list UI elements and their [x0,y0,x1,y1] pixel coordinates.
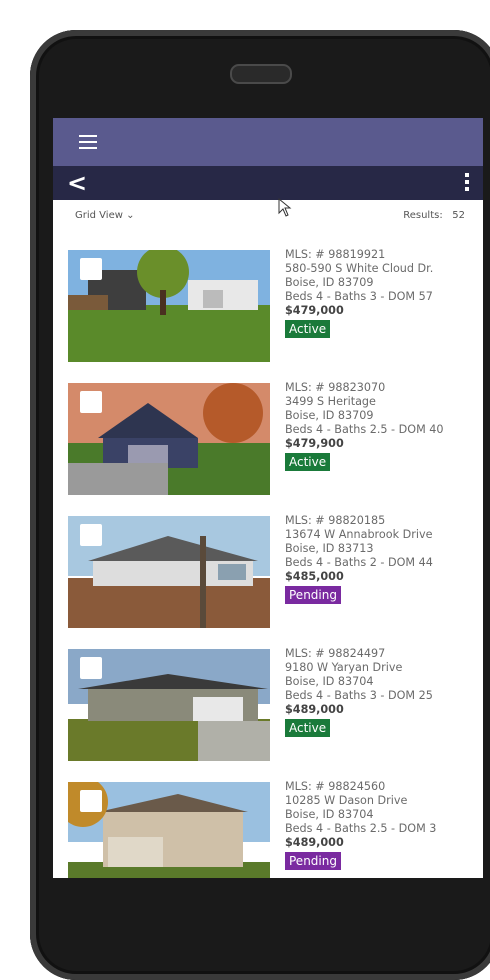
listing-price: $489,000 [285,703,344,716]
listing-details: Beds 4 - Baths 3 - DOM 57 [285,290,433,303]
listing-info: MLS: # 98824497 9180 W Yaryan Drive Bois… [285,647,481,737]
listing-city: Boise, ID 83704 [285,675,374,688]
list-item[interactable]: MLS: # 98824497 9180 W Yaryan Drive Bois… [53,647,483,769]
listing-city: Boise, ID 83704 [285,808,374,821]
listing-mls: MLS: # 98819921 [285,248,386,261]
listing-info: MLS: # 98820185 13674 W Annabrook Drive … [285,514,481,604]
results-toolbar: Grid View ⌄ Results: 52 [53,200,483,230]
app-screen: < Grid View ⌄ Results: 52 MLS: # 9881992… [53,118,483,878]
select-checkbox[interactable] [80,790,102,812]
list-item[interactable]: MLS: # 98819921 580-590 S White Cloud Dr… [53,248,483,370]
listing-address: 580-590 S White Cloud Dr. [285,262,434,275]
listing-address: 10285 W Dason Drive [285,794,408,807]
listing-photo[interactable] [68,383,270,495]
listing-details: Beds 4 - Baths 2.5 - DOM 40 [285,423,444,436]
status-badge: Active [285,719,331,737]
chevron-left-icon[interactable]: < [67,171,87,195]
listing-price: $479,000 [285,304,344,317]
status-badge: Pending [285,852,341,870]
listing-details: Beds 4 - Baths 2.5 - DOM 3 [285,822,437,835]
chevron-down-icon: ⌄ [126,210,135,221]
grid-view-label: Grid View [75,210,123,221]
results-label: Results: [403,210,443,221]
kebab-icon[interactable] [465,173,469,194]
select-checkbox[interactable] [80,258,102,280]
listing-address: 13674 W Annabrook Drive [285,528,433,541]
listing-info: MLS: # 98824560 10285 W Dason Drive Bois… [285,780,481,870]
listing-city: Boise, ID 83709 [285,409,374,422]
select-checkbox[interactable] [80,524,102,546]
select-checkbox[interactable] [80,391,102,413]
listing-mls: MLS: # 98823070 [285,381,386,394]
listing-address: 9180 W Yaryan Drive [285,661,403,674]
nav-bar: < [53,166,483,200]
app-bar [53,118,483,166]
hamburger-icon[interactable] [79,135,97,149]
results-count: Results: 52 [403,210,465,221]
listing-mls: MLS: # 98824497 [285,647,386,660]
list-item[interactable]: MLS: # 98823070 3499 S Heritage Boise, I… [53,381,483,503]
listing-price: $489,000 [285,836,344,849]
status-badge: Active [285,453,331,471]
listing-address: 3499 S Heritage [285,395,376,408]
listing-photo[interactable] [68,250,270,362]
listing-price: $479,900 [285,437,344,450]
listing-price: $485,000 [285,570,344,583]
listing-mls: MLS: # 98820185 [285,514,386,527]
listing-city: Boise, ID 83709 [285,276,374,289]
listing-photo[interactable] [68,782,270,878]
list-item[interactable]: MLS: # 98820185 13674 W Annabrook Drive … [53,514,483,636]
status-badge: Pending [285,586,341,604]
listing-city: Boise, ID 83713 [285,542,374,555]
listing-photo[interactable] [68,516,270,628]
results-number: 52 [452,210,465,221]
listing-info: MLS: # 98823070 3499 S Heritage Boise, I… [285,381,481,471]
listing-details: Beds 4 - Baths 3 - DOM 25 [285,689,433,702]
phone-speaker [230,64,292,84]
listing-info: MLS: # 98819921 580-590 S White Cloud Dr… [285,248,481,338]
listing-details: Beds 4 - Baths 2 - DOM 44 [285,556,433,569]
listing-mls: MLS: # 98824560 [285,780,386,793]
listing-photo[interactable] [68,649,270,761]
status-badge: Active [285,320,331,338]
mouse-cursor-icon [278,198,292,217]
list-item[interactable]: MLS: # 98824560 10285 W Dason Drive Bois… [53,780,483,878]
grid-view-dropdown[interactable]: Grid View ⌄ [75,210,134,221]
select-checkbox[interactable] [80,657,102,679]
